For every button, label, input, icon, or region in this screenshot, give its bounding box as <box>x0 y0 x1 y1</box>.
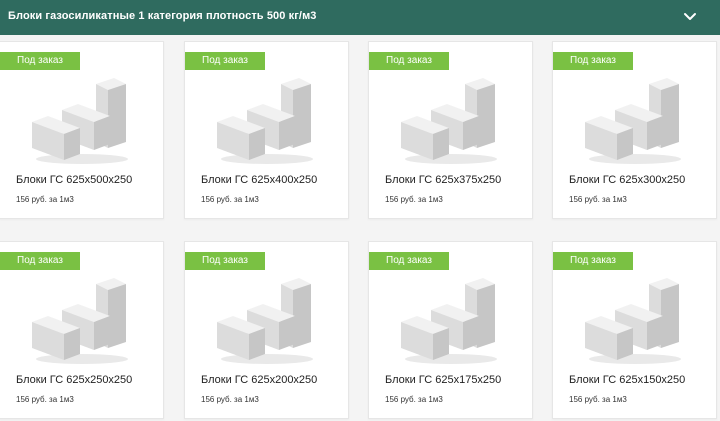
product-price: 156 руб. за 1м3 <box>385 395 443 404</box>
product-price: 156 руб. за 1м3 <box>16 395 74 404</box>
product-name[interactable]: Блоки ГС 625x175x250 <box>385 374 501 386</box>
product-image[interactable] <box>213 266 317 366</box>
product-grid: Под заказ Блоки ГС 625x500x250 156 руб. за… <box>0 0 720 421</box>
product-name[interactable]: Блоки ГС 625x300x250 <box>569 174 685 186</box>
product-card[interactable]: Под заказ Блоки ГС 625x200x250 156 руб. за… <box>184 241 349 419</box>
product-card[interactable]: Под заказ Блоки ГС 625x175x250 156 руб. за… <box>368 241 533 419</box>
product-card[interactable]: Под заказ Блоки ГС 625x400x250 156 руб. за… <box>184 41 349 219</box>
product-image[interactable] <box>581 66 685 166</box>
product-image[interactable] <box>28 66 132 166</box>
product-card[interactable]: Под заказ Блоки ГС 625x250x250 156 руб. за… <box>0 241 164 419</box>
product-card[interactable]: Под заказ Блоки ГС 625x375x250 156 руб. за… <box>368 41 533 219</box>
product-image[interactable] <box>213 66 317 166</box>
product-price: 156 руб. за 1м3 <box>201 395 259 404</box>
product-name[interactable]: Блоки ГС 625x500x250 <box>16 174 132 186</box>
product-name[interactable]: Блоки ГС 625x375x250 <box>385 174 501 186</box>
product-price: 156 руб. за 1м3 <box>385 195 443 204</box>
product-name[interactable]: Блоки ГС 625x400x250 <box>201 174 317 186</box>
product-name[interactable]: Блоки ГС 625x250x250 <box>16 374 132 386</box>
product-card[interactable]: Под заказ Блоки ГС 625x150x250 156 руб. за… <box>552 241 717 419</box>
product-card[interactable]: Под заказ Блоки ГС 625x300x250 156 руб. за… <box>552 41 717 219</box>
product-name[interactable]: Блоки ГС 625x200x250 <box>201 374 317 386</box>
product-image[interactable] <box>581 266 685 366</box>
product-image[interactable] <box>28 266 132 366</box>
product-card[interactable]: Под заказ Блоки ГС 625x500x250 156 руб. за… <box>0 41 164 219</box>
product-price: 156 руб. за 1м3 <box>569 195 627 204</box>
product-price: 156 руб. за 1м3 <box>16 195 74 204</box>
product-price: 156 руб. за 1м3 <box>201 195 259 204</box>
product-price: 156 руб. за 1м3 <box>569 395 627 404</box>
product-image[interactable] <box>397 266 501 366</box>
product-name[interactable]: Блоки ГС 625x150x250 <box>569 374 685 386</box>
product-image[interactable] <box>397 66 501 166</box>
